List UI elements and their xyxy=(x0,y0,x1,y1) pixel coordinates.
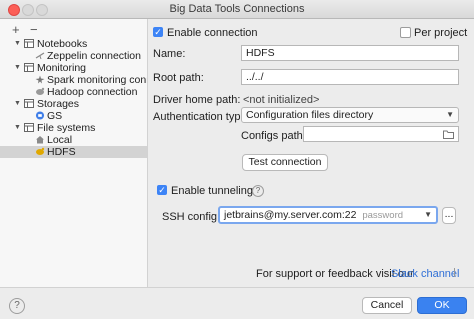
tree-item-label: Local xyxy=(47,134,73,146)
ssh-config-select[interactable]: jetbrains@my.server.com:22 password ▼ xyxy=(218,206,438,224)
enable-tunneling-label: Enable tunneling xyxy=(171,185,253,197)
notebook-folder-icon xyxy=(24,39,34,48)
auth-type-value: Configuration files directory xyxy=(246,109,374,121)
name-input[interactable]: HDFS xyxy=(241,45,459,61)
storages-folder-icon xyxy=(24,99,34,108)
expand-arrow-icon[interactable]: ▼ xyxy=(14,122,21,134)
tree-item-spark-monitoring[interactable]: Spark monitoring connec xyxy=(0,74,147,86)
filesystems-folder-icon xyxy=(24,123,34,132)
ssh-config-more-button[interactable]: ... xyxy=(442,207,456,224)
tree-item-label: GS xyxy=(47,110,63,122)
per-project-label: Per project xyxy=(414,27,468,39)
configs-path-label: Configs path: xyxy=(241,130,306,142)
auth-type-select[interactable]: Configuration files directory ▼ xyxy=(241,107,459,123)
title-bar: Big Data Tools Connections xyxy=(0,0,474,19)
tree-item-label: Notebooks xyxy=(37,38,88,50)
tree-item-hadoop-connection[interactable]: Hadoop connection xyxy=(0,86,147,98)
footer-divider xyxy=(0,287,474,288)
help-button[interactable]: ? xyxy=(9,298,25,314)
window-title: Big Data Tools Connections xyxy=(169,3,305,15)
chevron-down-icon: ▼ xyxy=(424,210,432,219)
ssh-config-hint: password xyxy=(362,210,404,221)
tree-item-label: Zeppelin connection xyxy=(47,50,141,62)
dialog-window: Big Data Tools Connections + − ▼ Noteboo… xyxy=(0,0,474,319)
expand-arrow-icon[interactable]: ▼ xyxy=(14,98,21,110)
per-project-checkbox[interactable] xyxy=(400,27,411,38)
tree-item-hdfs[interactable]: HDFS xyxy=(0,146,147,158)
hadoop-icon xyxy=(36,87,45,95)
google-storage-icon xyxy=(35,111,45,120)
root-path-label: Root path: xyxy=(153,72,204,84)
chevron-down-icon: ▼ xyxy=(446,110,454,119)
tunneling-help-icon[interactable]: ? xyxy=(252,185,264,197)
connections-sidebar: + − ▼ Notebooks Zeppelin connection ▼ Mo… xyxy=(0,19,148,287)
expand-arrow-icon[interactable]: ▼ xyxy=(14,38,21,50)
spark-icon xyxy=(35,75,45,84)
local-home-icon xyxy=(36,136,44,144)
tree-item-storages[interactable]: ▼ Storages xyxy=(0,98,147,110)
tree-item-file-systems[interactable]: ▼ File systems xyxy=(0,122,147,134)
zeppelin-icon xyxy=(35,52,45,60)
enable-connection-label: Enable connection xyxy=(167,27,258,39)
tree-item-label: Monitoring xyxy=(37,62,87,74)
tree-item-gs[interactable]: GS xyxy=(0,110,147,122)
remove-connection-button[interactable]: − xyxy=(30,22,38,37)
auth-type-label: Authentication type: xyxy=(153,111,250,123)
expand-arrow-icon[interactable]: ▼ xyxy=(14,62,21,74)
resize-grip xyxy=(450,268,455,277)
hdfs-icon xyxy=(36,147,45,155)
tree-item-notebooks[interactable]: ▼ Notebooks xyxy=(0,38,147,50)
tree-item-label: Spark monitoring connec xyxy=(47,74,147,86)
tree-item-monitoring[interactable]: ▼ Monitoring xyxy=(0,62,147,74)
tree-item-zeppelin-connection[interactable]: Zeppelin connection xyxy=(0,50,147,62)
tree-item-label: Storages xyxy=(37,98,80,110)
driver-home-value: <not initialized> xyxy=(243,94,320,106)
ok-button[interactable]: OK xyxy=(417,297,467,314)
folder-browse-icon[interactable] xyxy=(443,130,454,139)
ssh-config-label: SSH config: xyxy=(162,211,221,223)
monitoring-folder-icon xyxy=(24,63,34,72)
tree-item-label: Hadoop connection xyxy=(47,86,138,98)
test-connection-button[interactable]: Test connection xyxy=(242,154,328,171)
driver-home-label: Driver home path: xyxy=(153,94,241,106)
name-label: Name: xyxy=(153,48,186,60)
enable-connection-checkbox[interactable]: ✓ xyxy=(153,27,163,37)
root-path-input[interactable]: ../../ xyxy=(241,69,459,85)
tree-item-local[interactable]: Local xyxy=(0,134,147,146)
tree-item-label: HDFS xyxy=(47,146,76,158)
add-connection-button[interactable]: + xyxy=(12,22,20,37)
tree-item-label: File systems xyxy=(37,122,96,134)
cancel-button[interactable]: Cancel xyxy=(362,297,412,314)
ssh-config-value: jetbrains@my.server.com:22 xyxy=(224,209,357,221)
enable-tunneling-checkbox[interactable]: ✓ xyxy=(157,185,167,195)
configs-path-input[interactable] xyxy=(303,126,459,142)
